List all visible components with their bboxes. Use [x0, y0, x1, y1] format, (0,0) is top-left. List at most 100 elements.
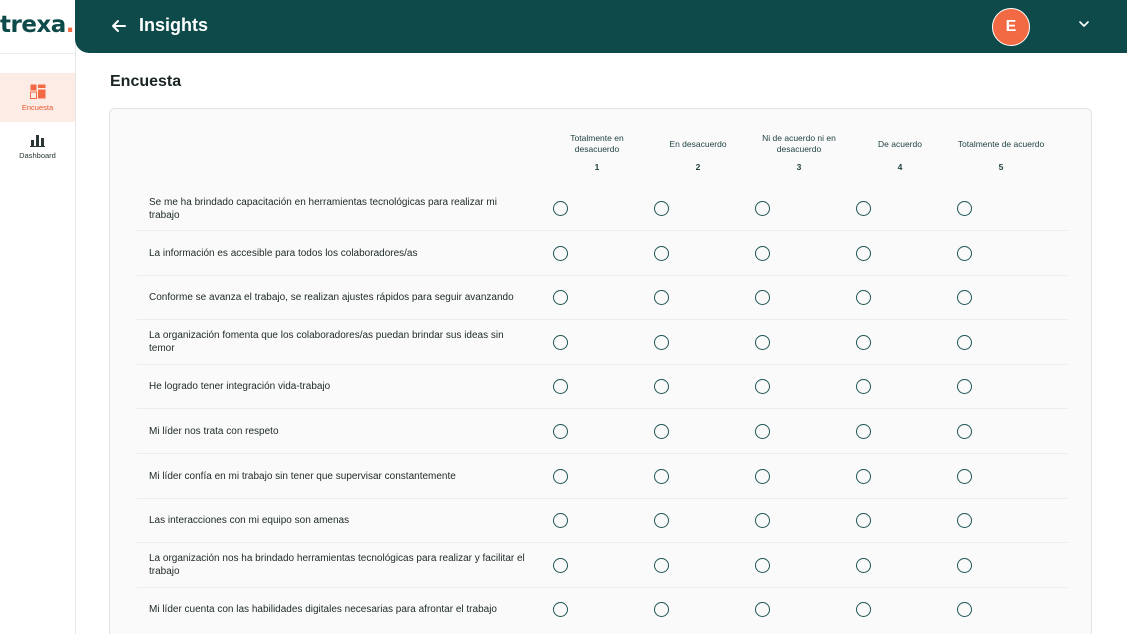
answer-radio-5[interactable] [957, 557, 972, 573]
question-row: La información es accesible para todos l… [137, 231, 1067, 276]
answer-radio-4[interactable] [856, 602, 871, 618]
scale-header-5: Totalmente de acuerdo 5 [951, 132, 1051, 173]
scale-value: 4 [897, 162, 903, 172]
answer-radio-1[interactable] [553, 557, 568, 573]
question-row: La organización nos ha brindado herramie… [137, 543, 1067, 588]
answer-radio-3[interactable] [755, 290, 770, 306]
divider [0, 53, 76, 54]
answer-radio-2[interactable] [654, 513, 669, 529]
question-text: Conforme se avanza el trabajo, se realiz… [149, 292, 514, 304]
answer-radio-4[interactable] [856, 201, 871, 216]
answer-radio-4[interactable] [856, 379, 871, 395]
answer-radio-3[interactable] [755, 379, 770, 395]
question-text: Se me ha brindado capacitación en herram… [149, 196, 497, 221]
brand-logo[interactable]: trexa. [0, 12, 75, 42]
survey-card: Totalmente en desacuerdo 1 En desacuerdo… [109, 108, 1092, 634]
question-row: Mi líder cuenta con las habilidades digi… [137, 587, 1067, 632]
answer-radio-3[interactable] [755, 334, 770, 350]
answer-radio-3[interactable] [755, 557, 770, 573]
question-row: Mi líder nos trata con respeto [137, 409, 1067, 454]
question-row: He logrado tener integración vida-trabaj… [137, 364, 1067, 410]
answer-radio-1[interactable] [553, 424, 568, 439]
answer-radio-1[interactable] [553, 201, 568, 216]
answer-radio-2[interactable] [654, 290, 669, 306]
answer-radio-1[interactable] [553, 468, 568, 484]
sidebar-item-encuesta[interactable]: Encuesta [0, 73, 75, 122]
answer-radio-4[interactable] [856, 557, 871, 573]
answer-radio-5[interactable] [957, 513, 972, 529]
answer-radio-4[interactable] [856, 468, 871, 484]
scale-label: Totalmente de acuerdo [957, 138, 1045, 149]
answer-radio-4[interactable] [856, 513, 871, 529]
question-row: La organización fomenta que los colabora… [137, 320, 1067, 365]
question-row: Mi líder confía en mi trabajo sin tener … [137, 454, 1067, 499]
answer-radio-4[interactable] [856, 245, 871, 261]
question-text: La información es accesible para todos l… [149, 247, 418, 259]
answer-radio-3[interactable] [755, 513, 770, 529]
question-row: Las interacciones con mi equipo son amen… [137, 498, 1067, 544]
answer-radio-5[interactable] [957, 245, 972, 261]
chevron-down-icon[interactable] [1077, 17, 1091, 31]
answer-radio-2[interactable] [654, 602, 669, 618]
top-header: Insights E [75, 0, 1127, 53]
scale-label: Ni de acuerdo ni en desacuerdo [762, 133, 836, 154]
answer-radio-4[interactable] [856, 334, 871, 350]
scale-header-1: Totalmente en desacuerdo 1 [547, 132, 647, 173]
question-text: Mi líder confía en mi trabajo sin tener … [149, 470, 456, 482]
answer-radio-1[interactable] [553, 290, 568, 306]
answer-radio-1[interactable] [553, 513, 568, 529]
answer-radio-1[interactable] [553, 334, 568, 350]
question-text: La organización nos ha brindado herramie… [149, 553, 525, 578]
answer-radio-4[interactable] [856, 424, 871, 439]
answer-radio-5[interactable] [957, 424, 972, 439]
answer-radio-1[interactable] [553, 602, 568, 618]
answer-radio-3[interactable] [755, 424, 770, 439]
question-text: Mi líder cuenta con las habilidades digi… [149, 604, 497, 616]
answer-radio-2[interactable] [654, 245, 669, 261]
scale-header-2: En desacuerdo 2 [648, 132, 748, 173]
answer-radio-3[interactable] [755, 245, 770, 261]
answer-radio-2[interactable] [654, 379, 669, 395]
answer-radio-2[interactable] [654, 468, 669, 484]
survey-grid-icon [29, 84, 45, 99]
sidebar-item-label: Encuesta [21, 102, 54, 112]
sidebar-item-dashboard[interactable]: Dashboard [0, 122, 75, 171]
sidebar-item-label: Dashboard [19, 151, 56, 160]
page-header-title: Insights [139, 15, 209, 35]
answer-radio-5[interactable] [957, 334, 972, 350]
sidebar: trexa. Encuesta Dashboard [0, 0, 76, 634]
bar-chart-icon [30, 135, 45, 147]
answer-radio-1[interactable] [553, 245, 568, 261]
question-text: He logrado tener integración vida-trabaj… [149, 381, 331, 393]
page-title: Encuesta [110, 73, 182, 90]
user-avatar[interactable]: E [992, 8, 1030, 46]
answer-radio-5[interactable] [957, 379, 972, 395]
answer-radio-5[interactable] [957, 468, 972, 484]
answer-radio-5[interactable] [957, 201, 972, 216]
scale-value: 5 [998, 162, 1004, 172]
answer-radio-2[interactable] [654, 201, 669, 216]
answer-radio-5[interactable] [957, 290, 972, 306]
arrow-left-icon[interactable] [108, 15, 130, 37]
answer-radio-2[interactable] [654, 424, 669, 439]
answer-radio-3[interactable] [755, 602, 770, 618]
scale-value: 3 [796, 162, 802, 172]
question-text: La organización fomenta que los colabora… [149, 330, 504, 355]
answer-radio-3[interactable] [755, 201, 770, 216]
scale-label: De acuerdo [878, 138, 922, 149]
scale-value: 2 [695, 162, 701, 172]
answer-radio-5[interactable] [957, 602, 972, 618]
answer-radio-1[interactable] [553, 379, 568, 395]
scale-header-3: Ni de acuerdo ni en desacuerdo 3 [749, 132, 849, 173]
answer-radio-2[interactable] [654, 557, 669, 573]
question-row: Conforme se avanza el trabajo, se realiz… [137, 275, 1067, 321]
answer-radio-2[interactable] [654, 334, 669, 350]
scale-header-4: De acuerdo 4 [850, 132, 950, 173]
answer-radio-3[interactable] [755, 468, 770, 484]
question-text: Mi líder nos trata con respeto [149, 426, 279, 437]
scale-label: Totalmente en desacuerdo [570, 133, 624, 154]
answer-radio-4[interactable] [856, 290, 871, 306]
question-row: Se me ha brindado capacitación en herram… [137, 186, 1067, 231]
scale-label: En desacuerdo [669, 138, 727, 149]
scale-value: 1 [594, 162, 600, 172]
